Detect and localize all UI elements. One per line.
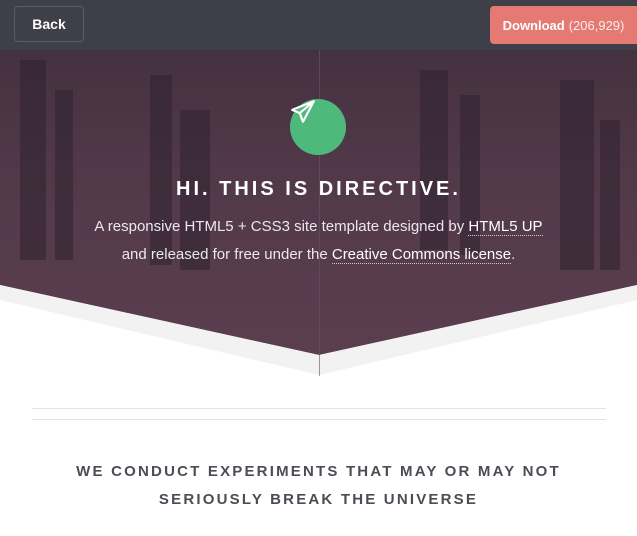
hero-description: A responsive HTML5 + CSS3 site template … — [0, 213, 637, 269]
back-button[interactable]: Back — [14, 6, 84, 42]
back-button-label: Back — [32, 16, 66, 32]
html5up-link[interactable]: HTML5 UP — [468, 218, 543, 236]
download-button[interactable]: Download (206,929) — [490, 6, 637, 44]
top-bar: Back Download (206,929) — [0, 0, 637, 50]
section-heading-line2: SERIOUSLY BREAK THE UNIVERSE — [158, 491, 479, 508]
hero-title: HI. THIS IS DIRECTIVE. — [176, 178, 461, 200]
hero-text-period: . — [511, 246, 516, 263]
creative-commons-link[interactable]: Creative Commons license — [331, 246, 512, 264]
section-heading: WE CONDUCT EXPERIMENTS THAT MAY OR MAY N… — [60, 458, 577, 514]
divider-top — [32, 408, 606, 409]
download-count: (206,929) — [568, 17, 625, 33]
divider-bottom — [32, 419, 606, 420]
section-heading-line1: WE CONDUCT EXPERIMENTS THAT MAY OR MAY N… — [76, 463, 561, 480]
hero-text-line1: A responsive HTML5 + CSS3 site template … — [94, 218, 469, 235]
hero-banner: HI. THIS IS DIRECTIVE. A responsive HTML… — [0, 0, 637, 376]
hero-text-line2: and released for free under the — [121, 246, 332, 263]
download-button-label: Download — [502, 17, 565, 33]
paper-plane-icon — [290, 99, 346, 155]
